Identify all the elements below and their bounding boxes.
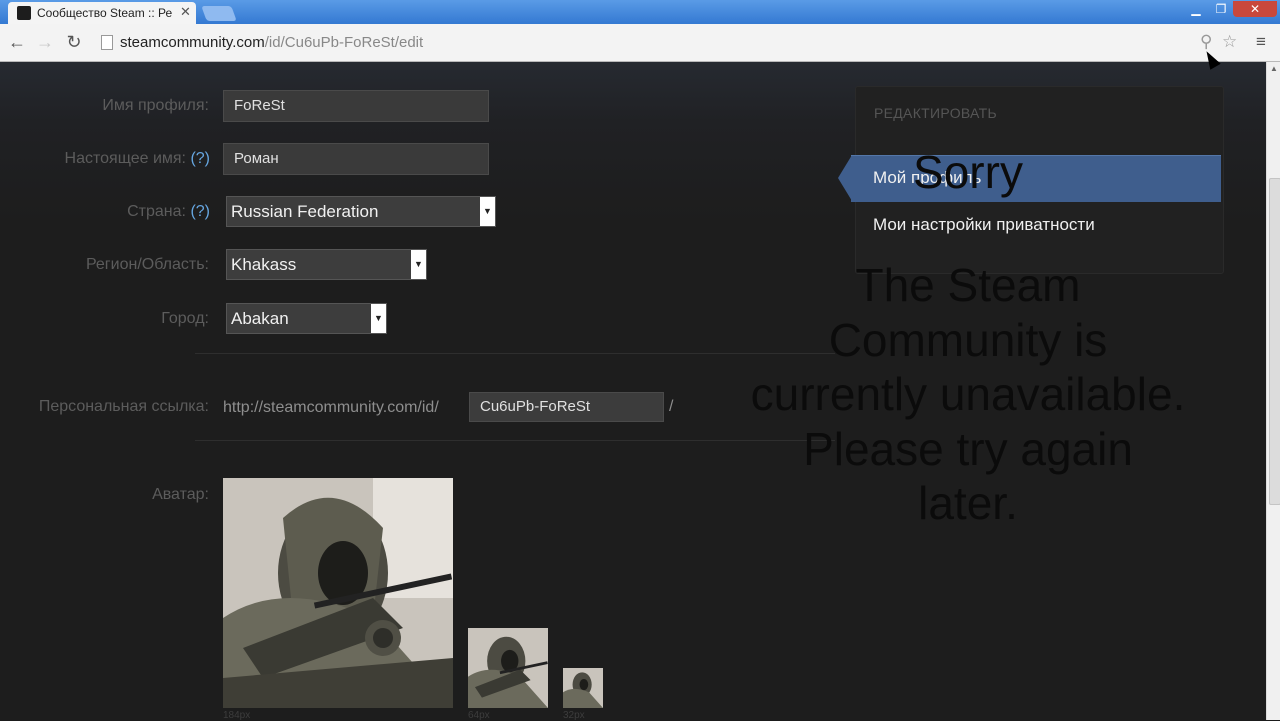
- url-domain: steamcommunity.com: [120, 34, 265, 51]
- browser-toolbar: ← → ↻ steamcommunity.com/id/Cu6uPb-FoReS…: [0, 24, 1280, 62]
- url-path: /id/Cu6uPb-FoReSt/edit: [264, 34, 424, 51]
- city-select[interactable]: Abakan ▼: [226, 303, 387, 334]
- country-select[interactable]: Russian Federation ▼: [226, 196, 496, 227]
- custom-url-label: Персональная ссылка:: [38, 398, 209, 415]
- restore-icon[interactable]: ❐: [1208, 1, 1234, 17]
- city-label: Город:: [161, 310, 209, 327]
- real-name-help-link[interactable]: (?): [190, 150, 210, 167]
- city-select-value: Abakan: [231, 309, 289, 328]
- steam-favicon-icon: [17, 6, 31, 20]
- menu-icon[interactable]: ≡: [1256, 32, 1266, 52]
- tab-close-icon[interactable]: ✕: [180, 4, 191, 20]
- browser-tab[interactable]: Сообщество Steam :: Ре ✕: [8, 2, 196, 24]
- back-icon[interactable]: ←: [6, 31, 28, 53]
- avatar-small[interactable]: [563, 668, 603, 708]
- browser-tab-strip: Сообщество Steam :: Ре ✕ ▁ ❐ ✕: [0, 0, 1280, 24]
- profile-name-label: Имя профиля:: [102, 97, 209, 114]
- avatar-size-label: 64px: [468, 710, 490, 721]
- scroll-up-icon[interactable]: ▲: [1267, 62, 1280, 76]
- avatar-label: Аватар:: [152, 486, 209, 503]
- new-tab-button[interactable]: [201, 6, 237, 21]
- country-label: Страна: (?): [60, 203, 210, 221]
- avatar-medium[interactable]: [468, 628, 548, 708]
- page-scrollbar[interactable]: ▲: [1266, 62, 1280, 720]
- real-name-field[interactable]: Роман: [223, 143, 489, 175]
- country-label-text: Страна:: [127, 203, 186, 220]
- real-name-label: Настоящее имя: (?): [30, 150, 210, 168]
- page-icon: [101, 35, 113, 50]
- address-bar[interactable]: steamcommunity.com/id/Cu6uPb-FoReSt/edit: [120, 34, 423, 51]
- real-name-label-text: Настоящее имя:: [64, 150, 186, 167]
- dropdown-arrow-icon: ▼: [411, 250, 426, 279]
- minimize-icon[interactable]: ▁: [1183, 1, 1209, 17]
- unavailable-title: Sorry: [913, 146, 1023, 198]
- scrollbar-thumb[interactable]: [1269, 178, 1280, 505]
- country-select-value: Russian Federation: [231, 202, 379, 221]
- custom-url-prefix: http://steamcommunity.com/id/: [223, 399, 439, 416]
- dropdown-arrow-icon: ▼: [371, 304, 386, 333]
- window-close-icon[interactable]: ✕: [1233, 1, 1277, 17]
- profile-name-field[interactable]: FoReSt: [223, 90, 489, 122]
- region-label: Регион/Область:: [85, 256, 209, 273]
- panel-title: РЕДАКТИРОВАТЬ: [874, 105, 997, 121]
- forward-icon[interactable]: →: [34, 31, 56, 53]
- avatar-size-label: 32px: [563, 710, 585, 721]
- avatar-large[interactable]: [223, 478, 453, 708]
- unavailable-message: The Steam Community is currently unavail…: [750, 259, 1186, 529]
- dropdown-arrow-icon: ▼: [480, 197, 495, 226]
- country-help-link[interactable]: (?): [190, 203, 210, 220]
- section-divider: [195, 353, 835, 354]
- star-icon[interactable]: ☆: [1222, 32, 1237, 52]
- region-select-value: Khakass: [231, 255, 297, 274]
- custom-url-field[interactable]: Cu6uPb-FoReSt: [469, 392, 664, 422]
- reload-icon[interactable]: ↻: [63, 31, 85, 53]
- custom-url-suffix: /: [669, 398, 674, 415]
- region-select[interactable]: Khakass ▼: [226, 249, 427, 280]
- tab-title: Сообщество Steam :: Ре: [37, 6, 173, 20]
- section-divider: [195, 440, 835, 441]
- avatar-size-label: 184px: [223, 710, 251, 721]
- nav-item-privacy-settings[interactable]: Мои настройки приватности: [873, 215, 1095, 235]
